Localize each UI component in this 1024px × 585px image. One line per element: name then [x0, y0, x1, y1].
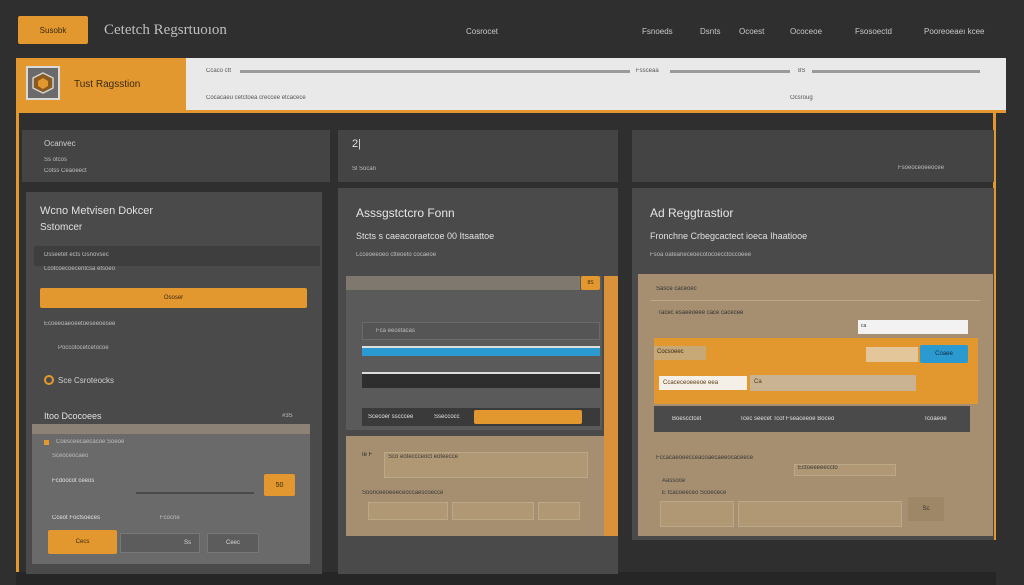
app-title: Cetetch Regsrtuoıon: [104, 22, 227, 38]
left-card-subtitle: Sstomcer: [40, 222, 83, 233]
middle-lower-b: Sco eoteccceoct eoteecce: [388, 454, 459, 460]
middle-meta: Lcceoeeoeo ctteoeto cocaeoe: [356, 252, 437, 258]
left-foot-a: Cceot Focfsoeces: [52, 515, 101, 521]
middle-lower-c: Soonceeoeeeceoccaescoecce: [362, 490, 444, 496]
middle-lower-field-4[interactable]: [538, 502, 580, 520]
left-radio[interactable]: [44, 375, 54, 385]
nav-item-6[interactable]: Fsosoectd: [855, 27, 892, 36]
right-dark-a: Boescctcet: [672, 416, 702, 422]
left-inner-header: [32, 424, 310, 434]
middle-submit-button[interactable]: [474, 410, 582, 424]
middle-lower-field-2[interactable]: [368, 502, 448, 520]
middle-side-bar: [604, 276, 618, 536]
left-primary-button[interactable]: Ososer: [40, 288, 307, 308]
right-input-3[interactable]: Ca: [750, 375, 916, 391]
left-input-label: Fcdoocot ceeos: [52, 478, 95, 484]
right-input-1[interactable]: ca: [858, 320, 968, 334]
frame-left: [16, 110, 19, 572]
right-dark-b: Tcec seecet Tcof Fseaceeoe Boceɑ: [740, 416, 835, 422]
right-lower-c: Aassooe: [662, 478, 686, 484]
middle-tile[interactable]: [338, 130, 618, 182]
header-field-3[interactable]: [812, 70, 980, 73]
middle-tile-sub: Sl Socan: [352, 166, 377, 172]
right-divider: [650, 300, 980, 301]
right-lower-field-3[interactable]: [738, 501, 902, 527]
left-foot-button[interactable]: Cecs: [48, 530, 117, 554]
nav-item-5[interactable]: Ococeoe: [790, 27, 822, 36]
right-form-label: Tacec esaeeoeee cace cacecee: [658, 310, 744, 316]
right-meta: Fsoa oateaneceoecotocoecctoccoeee: [650, 252, 752, 258]
middle-card-title: Asssgstctcro Fonn: [356, 206, 455, 220]
header-field-label-2: Fssceaa: [636, 68, 659, 74]
left-tile-line-2: Cotss Ceaoeect: [44, 168, 87, 174]
header-field-label-3: 8S: [798, 68, 806, 74]
left-go-button[interactable]: 50: [264, 474, 295, 496]
right-lower-button[interactable]: Sc: [908, 497, 944, 521]
middle-card-subtitle: Stcts s caeacoraetcoe 00 Itsaattoe: [356, 231, 495, 241]
nav-item-1[interactable]: Cosrocet: [466, 27, 498, 36]
nav-item-3[interactable]: Dsnts: [700, 27, 720, 36]
header-title: Tust Ragsstion: [74, 79, 141, 90]
nav-item-2[interactable]: Fsnoeds: [642, 27, 673, 36]
header-right-sub: Ocsroug: [790, 95, 813, 101]
middle-field-2-active[interactable]: [362, 346, 600, 356]
left-input-field[interactable]: [136, 492, 254, 494]
left-line-a: Dsseetet ects Gsnovsec: [44, 252, 109, 258]
middle-field-3[interactable]: [362, 372, 600, 388]
right-dark-c[interactable]: Tcoaeoe: [924, 416, 947, 422]
header-field-2[interactable]: [670, 70, 790, 73]
frame-top: [16, 110, 1006, 113]
right-input-2[interactable]: Ccaceceoeeeoe eea: [658, 375, 748, 391]
middle-tile-number: 2|: [352, 138, 361, 150]
left-line-d: Poccotocetcetocoe: [58, 345, 109, 351]
left-radio-label: Sce Csroteocks: [58, 376, 115, 385]
brand-button[interactable]: Susobk: [18, 16, 88, 44]
middle-form-header: [346, 276, 580, 290]
left-foot-field-1[interactable]: Ss: [120, 533, 200, 553]
middle-field-label: Fca eecetacas: [376, 328, 416, 334]
left-line-b: Lcotcoecoecentcsa etsoeo: [44, 266, 116, 272]
logo-icon: [26, 66, 60, 100]
left-tile-line-1: Ss otcos: [44, 157, 68, 163]
right-card-subtitle: Fronchne Crbegcactect ioeca Ihaatiooe: [650, 231, 808, 241]
right-tile-link[interactable]: Fsoeoceoeeocee: [898, 165, 944, 171]
header-field-label-1: Ccaco ctt: [206, 68, 232, 74]
nav-item-7[interactable]: Pooreoeaeı kcee: [924, 27, 985, 36]
left-section-title: Itoo Dcocoees: [44, 411, 102, 421]
right-row-label: Cocsoeec: [654, 346, 706, 360]
header-field-1[interactable]: [240, 70, 630, 73]
middle-lower-a: Ie F: [362, 452, 373, 458]
left-sub-b: Sceoceocaeo: [52, 453, 89, 459]
middle-lower-panel: [346, 436, 616, 536]
nav-item-4[interactable]: Ocoest: [739, 27, 764, 36]
right-row-button[interactable]: Coaee: [920, 345, 968, 363]
middle-submit-b: Sseccocc: [434, 414, 460, 420]
left-line-c: Ecoeeoaeoeetoeseeoesee: [44, 321, 116, 327]
right-lower-d: E tcacoeeceo Scoecece: [662, 490, 727, 496]
left-section-number: #3S: [282, 413, 293, 419]
left-sub-a: Coesceecaecacoe Soeoe: [56, 439, 125, 445]
left-foot-field-2[interactable]: Ceec: [207, 533, 259, 553]
header-subline: Cocacaeu cetctoea creccee etcacece: [206, 95, 306, 101]
right-form-title: Sasce caceoec: [656, 286, 697, 292]
left-card-title: Wcno Metvisen Dokcer: [40, 205, 154, 217]
left-bullet-icon: [44, 440, 49, 445]
right-tile[interactable]: [632, 130, 994, 182]
left-foot-b: Fcocne: [160, 515, 180, 521]
right-row-field[interactable]: [866, 347, 918, 362]
right-card-title: Ad Reggtrastior: [650, 206, 734, 220]
middle-submit-label: Scecoer sscccee: [368, 414, 414, 420]
right-lower-a: Fccacaeoeecceacoaecaeeocaceece: [656, 455, 754, 461]
right-lower-field-2[interactable]: [660, 501, 734, 527]
right-lower-b: Ectoeeeeeccto: [798, 465, 838, 471]
left-tile-title: Ocanvec: [44, 139, 76, 148]
middle-badge[interactable]: 8S: [581, 276, 600, 290]
left-tile[interactable]: [22, 130, 330, 182]
middle-lower-field-3[interactable]: [452, 502, 534, 520]
